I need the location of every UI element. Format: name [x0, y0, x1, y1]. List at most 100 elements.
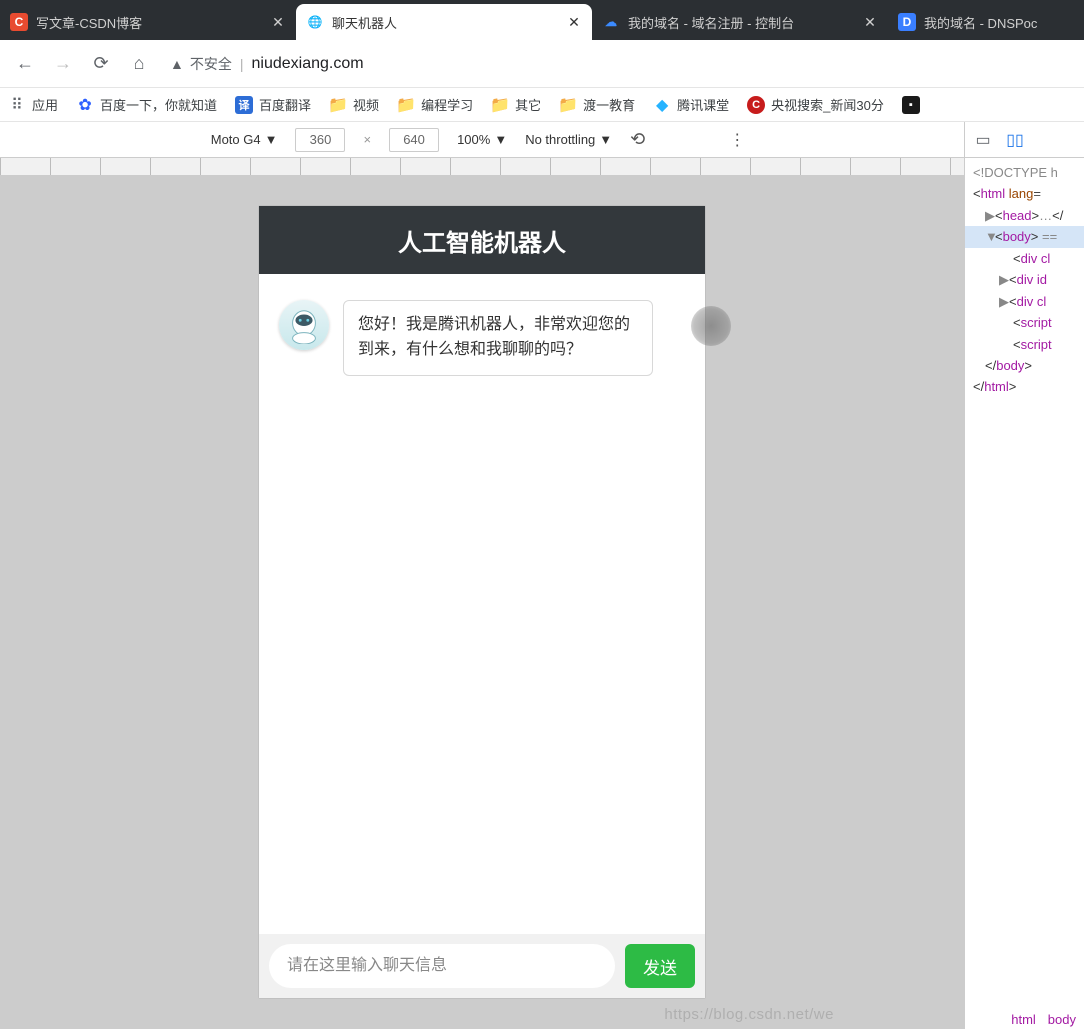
cloud-icon: ☁ — [602, 13, 620, 31]
chat-input-bar: 发送 — [259, 934, 705, 998]
bookmark-label: 百度翻译 — [259, 95, 311, 114]
device-toolbar: Moto G4 ▼ × 100% ▼ No throttling ▼ ⟲ ⋮ — [0, 122, 964, 158]
device-frame: 人工智能机器人 您好！我是腾讯机器人，非常欢迎您的到来，有什么想和我聊聊的吗？ … — [259, 206, 705, 998]
bookmark-label: 央视搜索_新闻30分 — [771, 95, 884, 114]
bookmarks-bar: ⠿ 应用 ✿百度一下，你就知道 译百度翻译 📁 视频 📁编程学习 📁其它 📁渡一教育… — [0, 88, 1084, 122]
devtools-breadcrumb[interactable]: html body — [1011, 1012, 1076, 1027]
dark-icon: ▪ — [902, 96, 920, 114]
forward-button[interactable]: → — [46, 47, 80, 81]
selected-element[interactable]: ▼<body> == — [965, 226, 1084, 247]
expand-arrow-icon[interactable]: ▶ — [999, 291, 1009, 312]
viewport-width-input[interactable] — [295, 128, 345, 152]
translate-icon: 译 — [235, 96, 253, 114]
chat-input[interactable] — [269, 944, 615, 988]
code-tag: div cl — [1021, 251, 1051, 266]
tab-title: 我的域名 - 域名注册 - 控制台 — [628, 13, 854, 32]
bookmark-item[interactable]: 📁编程学习 — [397, 95, 473, 114]
main-area: Moto G4 ▼ × 100% ▼ No throttling ▼ ⟲ ⋮ 人… — [0, 122, 1084, 1029]
code-tag: div id — [1017, 272, 1047, 287]
devtools-panel: ▭ ▯▯ <!DOCTYPE h <html lang= ▶<head>…</ … — [964, 122, 1084, 1029]
bookmark-label: 视频 — [353, 95, 379, 114]
code-tag: html — [981, 186, 1006, 201]
reload-button[interactable]: ⟳ — [84, 47, 118, 81]
device-mode-icon[interactable]: ▯▯ — [1005, 130, 1025, 150]
bookmark-label: 应用 — [32, 95, 58, 114]
viewport-height-input[interactable] — [389, 128, 439, 152]
chat-header: 人工智能机器人 — [259, 206, 705, 274]
code-ellipsis: … — [1039, 208, 1052, 223]
close-icon[interactable]: ✕ — [270, 14, 286, 30]
expand-arrow-icon[interactable]: ▶ — [999, 269, 1009, 290]
back-button[interactable]: ← — [8, 47, 42, 81]
chevron-down-icon: ▼ — [265, 132, 278, 147]
code-tag: body — [996, 358, 1024, 373]
ruler — [0, 158, 964, 176]
code-tag: div cl — [1017, 294, 1047, 309]
zoom-selector[interactable]: 100% ▼ — [457, 132, 507, 147]
folder-icon: 📁 — [329, 96, 347, 114]
code-attr: lang — [1009, 186, 1034, 201]
url-separator: | — [240, 56, 244, 72]
close-icon[interactable]: ✕ — [862, 14, 878, 30]
warning-icon: ▲ — [170, 56, 184, 72]
devtools-toolbar: ▭ ▯▯ — [965, 122, 1084, 158]
bookmark-item[interactable]: 📁 视频 — [329, 95, 379, 114]
close-icon[interactable]: ✕ — [566, 14, 582, 30]
viewport-area: 人工智能机器人 您好！我是腾讯机器人，非常欢迎您的到来，有什么想和我聊聊的吗？ … — [0, 176, 964, 1029]
bookmark-item[interactable]: C 央视搜索_新闻30分 — [747, 95, 884, 114]
code-tag: script — [1021, 315, 1052, 330]
apps-icon: ⠿ — [8, 96, 26, 114]
folder-icon: 📁 — [491, 96, 509, 114]
send-button[interactable]: 发送 — [625, 944, 695, 988]
bot-message-bubble: 您好！我是腾讯机器人，非常欢迎您的到来，有什么想和我聊聊的吗？ — [343, 300, 653, 376]
folder-icon: 📁 — [559, 96, 577, 114]
bookmark-label: 腾讯课堂 — [677, 95, 729, 114]
watermark: https://blog.csdn.net/we — [664, 1006, 834, 1023]
cctv-icon: C — [747, 96, 765, 114]
device-selector[interactable]: Moto G4 ▼ — [211, 132, 278, 147]
tab-favicon: D — [898, 13, 916, 31]
breadcrumb-item[interactable]: html — [1011, 1012, 1036, 1027]
throttle-selector[interactable]: No throttling ▼ — [525, 132, 612, 147]
code-tag: body — [1003, 229, 1031, 244]
breadcrumb-item[interactable]: body — [1048, 1012, 1076, 1027]
inspect-icon[interactable]: ▭ — [973, 130, 993, 150]
throttle-value: No throttling — [525, 132, 595, 147]
bot-avatar — [279, 300, 329, 350]
bot-message-row: 您好！我是腾讯机器人，非常欢迎您的到来，有什么想和我聊聊的吗？ — [279, 300, 685, 376]
folder-icon: 📁 — [397, 96, 415, 114]
insecure-label: 不安全 — [190, 54, 232, 74]
url-field[interactable]: ▲ 不安全 | niudexiang.com — [160, 47, 1076, 81]
url-host: niudexiang.com — [252, 55, 364, 73]
kebab-menu-icon[interactable]: ⋮ — [721, 130, 753, 150]
bookmark-label: 百度一下，你就知道 — [100, 95, 217, 114]
browser-tab[interactable]: C 写文章-CSDN博客 ✕ — [0, 4, 296, 40]
browser-tab[interactable]: ☁ 我的域名 - 域名注册 - 控制台 ✕ — [592, 4, 888, 40]
bookmark-item[interactable]: ◆腾讯课堂 — [653, 95, 729, 114]
device-name: Moto G4 — [211, 132, 261, 147]
elements-panel[interactable]: <!DOCTYPE h <html lang= ▶<head>…</ ▼<bod… — [965, 158, 1084, 402]
address-bar: ← → ⟳ ⌂ ▲ 不安全 | niudexiang.com — [0, 40, 1084, 88]
code-tag: head — [1003, 208, 1032, 223]
bookmark-item[interactable]: 📁其它 — [491, 95, 541, 114]
browser-tab-active[interactable]: 🌐 聊天机器人 ✕ — [296, 4, 592, 40]
dimension-separator: × — [363, 132, 371, 147]
bookmark-item[interactable]: ✿百度一下，你就知道 — [76, 95, 217, 114]
tab-title: 写文章-CSDN博客 — [36, 13, 262, 32]
expand-arrow-icon[interactable]: ▶ — [985, 205, 995, 226]
bookmark-item[interactable]: 📁渡一教育 — [559, 95, 635, 114]
touch-indicator — [691, 306, 705, 346]
browser-tab[interactable]: D 我的域名 - DNSPoc — [888, 4, 1084, 40]
code-doctype: <!DOCTYPE h — [973, 165, 1058, 180]
tab-title: 聊天机器人 — [332, 13, 558, 32]
zoom-value: 100% — [457, 132, 490, 147]
bookmark-apps[interactable]: ⠿ 应用 — [8, 95, 58, 114]
collapse-arrow-icon[interactable]: ▼ — [985, 226, 995, 247]
insecure-warning: ▲ 不安全 — [170, 54, 232, 74]
home-button[interactable]: ⌂ — [122, 47, 156, 81]
device-emulation-pane: Moto G4 ▼ × 100% ▼ No throttling ▼ ⟲ ⋮ 人… — [0, 122, 964, 1029]
bookmark-item[interactable]: 译百度翻译 — [235, 95, 311, 114]
chevron-down-icon: ▼ — [599, 132, 612, 147]
bookmark-item[interactable]: ▪ — [902, 96, 920, 114]
rotate-icon[interactable]: ⟲ — [630, 129, 645, 150]
